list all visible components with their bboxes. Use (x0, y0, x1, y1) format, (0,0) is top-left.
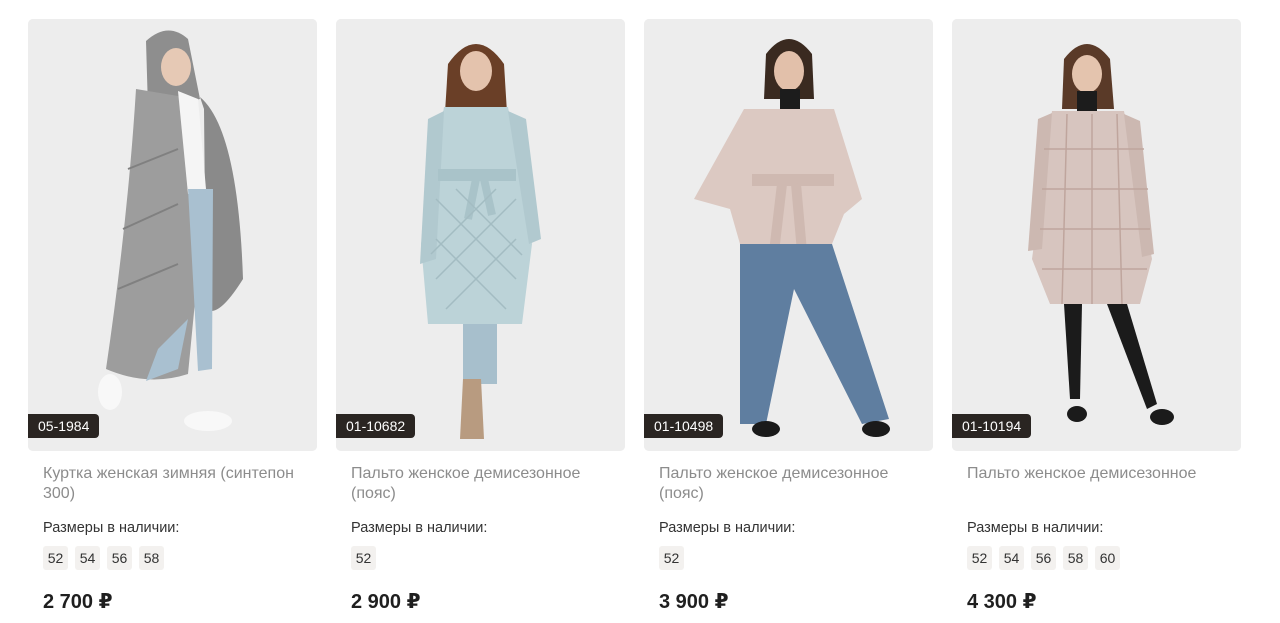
product-title[interactable]: Пальто женское демисезонное (пояс) (659, 464, 918, 506)
product-image (336, 19, 625, 451)
product-card[interactable]: 05-1984 Куртка женская зимняя (синтепон … (28, 19, 317, 614)
sizes-label: Размеры в наличии: (43, 520, 180, 536)
product-image (644, 19, 933, 451)
size-option[interactable]: 60 (1095, 546, 1120, 570)
product-price: 2 700 ₽ (43, 591, 113, 613)
sizes-list: 52 (351, 546, 610, 570)
product-image (28, 19, 317, 451)
size-option[interactable]: 54 (75, 546, 100, 570)
size-option[interactable]: 58 (1063, 546, 1088, 570)
product-card[interactable]: 01-10498 Пальто женское демисезонное (по… (644, 19, 933, 614)
size-option[interactable]: 56 (1031, 546, 1056, 570)
size-option[interactable]: 52 (659, 546, 684, 570)
sku-badge: 01-10682 (336, 414, 416, 438)
sku-badge: 05-1984 (28, 414, 100, 438)
sizes-label: Размеры в наличии: (967, 520, 1104, 536)
sizes-label: Размеры в наличии: (351, 520, 488, 536)
product-price: 3 900 ₽ (659, 591, 729, 613)
sizes-list: 52 54 56 58 60 (967, 546, 1226, 570)
sizes-list: 52 54 56 58 (43, 546, 302, 570)
sizes-label: Размеры в наличии: (659, 520, 796, 536)
sku-badge: 01-10498 (644, 414, 724, 438)
product-title[interactable]: Пальто женское демисезонное (967, 464, 1226, 506)
product-photo[interactable]: 01-10498 (644, 19, 933, 451)
product-photo[interactable]: 01-10682 (336, 19, 625, 451)
size-option[interactable]: 54 (999, 546, 1024, 570)
size-option[interactable]: 58 (139, 546, 164, 570)
product-price: 2 900 ₽ (351, 591, 421, 613)
size-option[interactable]: 52 (351, 546, 376, 570)
product-title[interactable]: Куртка женская зимняя (синтепон 300) (43, 464, 302, 506)
product-price: 4 300 ₽ (967, 591, 1037, 613)
product-title[interactable]: Пальто женское демисезонное (пояс) (351, 464, 610, 506)
product-card[interactable]: 01-10682 Пальто женское демисезонное (по… (336, 19, 625, 614)
size-option[interactable]: 56 (107, 546, 132, 570)
size-option[interactable]: 52 (43, 546, 68, 570)
product-photo[interactable]: 01-10194 (952, 19, 1241, 451)
sku-badge: 01-10194 (952, 414, 1032, 438)
product-photo[interactable]: 05-1984 (28, 19, 317, 451)
product-grid: 05-1984 Куртка женская зимняя (синтепон … (0, 0, 1280, 623)
product-image (952, 19, 1241, 451)
sizes-list: 52 (659, 546, 918, 570)
size-option[interactable]: 52 (967, 546, 992, 570)
product-card[interactable]: 01-10194 Пальто женское демисезонное Раз… (952, 19, 1241, 614)
